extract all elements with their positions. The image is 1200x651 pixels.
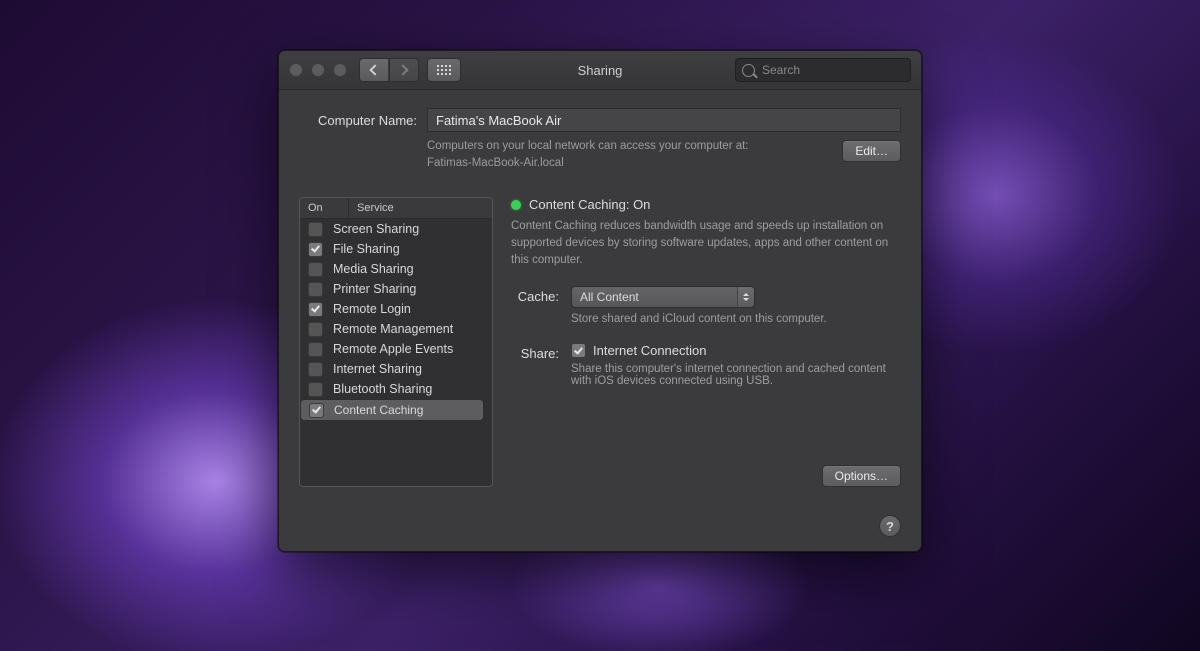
cache-hint: Store shared and iCloud content on this … <box>571 313 827 325</box>
chevron-right-icon <box>397 64 408 75</box>
service-checkbox[interactable] <box>308 222 323 237</box>
share-hint: Share this computer's internet connectio… <box>571 363 901 387</box>
service-label: Internet Sharing <box>333 362 422 376</box>
cache-label: Cache: <box>511 286 559 304</box>
nav-segment <box>359 58 419 82</box>
service-row[interactable]: Internet Sharing <box>300 359 492 379</box>
status-indicator-icon <box>511 200 521 210</box>
service-row[interactable]: Screen Sharing <box>300 219 492 239</box>
computer-name-row: Computer Name: Fatima's MacBook Air <box>299 108 901 132</box>
zoom-button[interactable] <box>333 63 347 77</box>
service-checkbox[interactable] <box>309 403 324 418</box>
service-checkbox[interactable] <box>308 282 323 297</box>
sharing-prefs-window: Sharing Computer Name: Fatima's MacBook … <box>278 50 922 552</box>
service-checkbox[interactable] <box>308 362 323 377</box>
service-row[interactable]: Remote Login <box>300 299 492 319</box>
show-all-button[interactable] <box>427 58 461 82</box>
close-button[interactable] <box>289 63 303 77</box>
service-checkbox[interactable] <box>308 342 323 357</box>
cache-select[interactable]: All Content <box>571 286 755 308</box>
service-row[interactable]: Media Sharing <box>300 259 492 279</box>
search-icon <box>742 64 755 77</box>
back-button[interactable] <box>359 58 389 82</box>
stepper-arrows-icon <box>737 287 754 307</box>
edit-button[interactable]: Edit… <box>842 140 901 162</box>
service-label: Screen Sharing <box>333 222 419 236</box>
service-description: Content Caching reduces bandwidth usage … <box>511 218 901 268</box>
service-label: Media Sharing <box>333 262 414 276</box>
service-checkbox[interactable] <box>308 242 323 257</box>
services-header: On Service <box>300 198 492 219</box>
computer-name-label: Computer Name: <box>299 113 417 128</box>
service-checkbox[interactable] <box>308 262 323 277</box>
service-label: Remote Management <box>333 322 453 336</box>
share-internet-checkbox[interactable]: Internet Connection <box>571 343 901 358</box>
titlebar: Sharing <box>279 51 921 90</box>
service-checkbox[interactable] <box>308 302 323 317</box>
grid-icon <box>437 65 451 75</box>
service-row[interactable]: Content Caching <box>300 399 484 421</box>
header-service: Service <box>349 198 402 218</box>
help-button[interactable]: ? <box>879 515 901 537</box>
content: Computer Name: Fatima's MacBook Air Comp… <box>279 90 921 551</box>
service-label: Printer Sharing <box>333 282 416 296</box>
service-checkbox[interactable] <box>308 322 323 337</box>
share-label: Share: <box>511 343 559 361</box>
header-on: On <box>300 198 349 218</box>
search-input[interactable] <box>760 62 904 78</box>
service-row[interactable]: Bluetooth Sharing <box>300 379 492 399</box>
status-label: Content Caching: On <box>529 197 650 212</box>
service-row[interactable]: Remote Management <box>300 319 492 339</box>
chevron-left-icon <box>369 64 380 75</box>
window-controls <box>289 63 347 77</box>
detail-pane: Content Caching: On Content Caching redu… <box>511 197 901 487</box>
checkbox-checked-icon <box>571 343 586 358</box>
search-field[interactable] <box>735 58 911 82</box>
service-label: Remote Apple Events <box>333 342 453 356</box>
options-button[interactable]: Options… <box>822 465 901 487</box>
service-checkbox[interactable] <box>308 382 323 397</box>
computer-name-note: Computers on your local network can acce… <box>427 138 832 171</box>
service-label: Bluetooth Sharing <box>333 382 432 396</box>
service-label: Remote Login <box>333 302 411 316</box>
minimize-button[interactable] <box>311 63 325 77</box>
service-row[interactable]: Remote Apple Events <box>300 339 492 359</box>
service-label: File Sharing <box>333 242 400 256</box>
forward-button[interactable] <box>389 58 419 82</box>
services-list: On Service Screen Sharing File Sharing Med… <box>299 197 493 487</box>
computer-name-field[interactable]: Fatima's MacBook Air <box>427 108 901 132</box>
service-label: Content Caching <box>334 403 423 417</box>
service-row[interactable]: Printer Sharing <box>300 279 492 299</box>
service-row[interactable]: File Sharing <box>300 239 492 259</box>
